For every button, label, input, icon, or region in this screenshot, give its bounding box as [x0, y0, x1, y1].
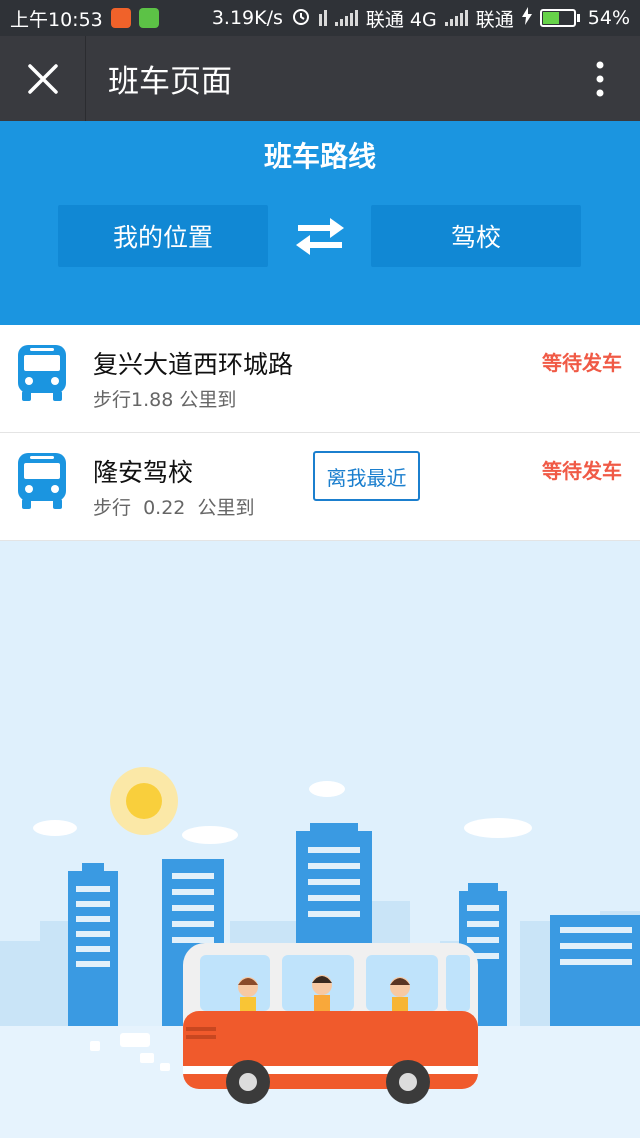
close-button[interactable] [0, 36, 86, 121]
more-vertical-icon [596, 61, 604, 96]
city-bus-illustration [0, 541, 640, 1138]
bus-icon [18, 345, 66, 401]
status-time: 上午10:53 [10, 8, 103, 31]
app-notification-icon [110, 8, 131, 28]
stop-distance: 步行 0.22 公里到 [93, 497, 255, 519]
alarm-icon [291, 6, 311, 31]
route-header: 班车路线 我的位置 驾校 [0, 121, 640, 325]
data-arrows-icon [318, 10, 327, 26]
swap-arrows-icon [296, 218, 344, 255]
swap-route-button[interactable] [290, 213, 350, 259]
nearest-badge: 离我最近 [313, 451, 420, 501]
title-bar: 班车页面 [0, 36, 640, 121]
battery-icon [539, 9, 580, 27]
stop-name: 隆安驾校 [93, 458, 194, 487]
more-menu-button[interactable] [560, 36, 640, 121]
bus-illustration [183, 943, 478, 1104]
stop-status: 等待发车 [542, 351, 622, 375]
stop-item[interactable]: 隆安驾校 步行 0.22 公里到 离我最近 等待发车 [0, 433, 640, 541]
carrier-2: 联通 [475, 8, 514, 31]
stop-name: 复兴大道西环城路 [93, 350, 294, 379]
network-speed: 3.19K/s [211, 7, 283, 29]
close-icon [27, 63, 58, 94]
stop-item[interactable]: 复兴大道西环城路 步行1.88 公里到 等待发车 [0, 325, 640, 433]
stop-distance: 步行1.88 公里到 [93, 389, 237, 411]
page-title: 班车页面 [108, 64, 232, 100]
stop-status: 等待发车 [542, 459, 622, 483]
charging-icon [521, 6, 532, 30]
status-bar: 上午10:53 3.19K/s 联通 4G 联通 54% [0, 0, 640, 36]
route-from-button[interactable]: 我的位置 [58, 205, 268, 267]
signal-icon-1 [334, 10, 358, 26]
battery-percent: 54% [587, 7, 630, 29]
carrier-1: 联通 4G [365, 8, 437, 31]
stop-list: 复兴大道西环城路 步行1.88 公里到 等待发车 隆安驾校 步行 0.22 公里… [0, 325, 640, 541]
signal-icon-2 [444, 10, 468, 26]
route-to-button[interactable]: 驾校 [371, 205, 581, 267]
route-title: 班车路线 [263, 140, 376, 173]
bus-icon [18, 453, 66, 509]
battery-saver-icon [138, 8, 159, 28]
